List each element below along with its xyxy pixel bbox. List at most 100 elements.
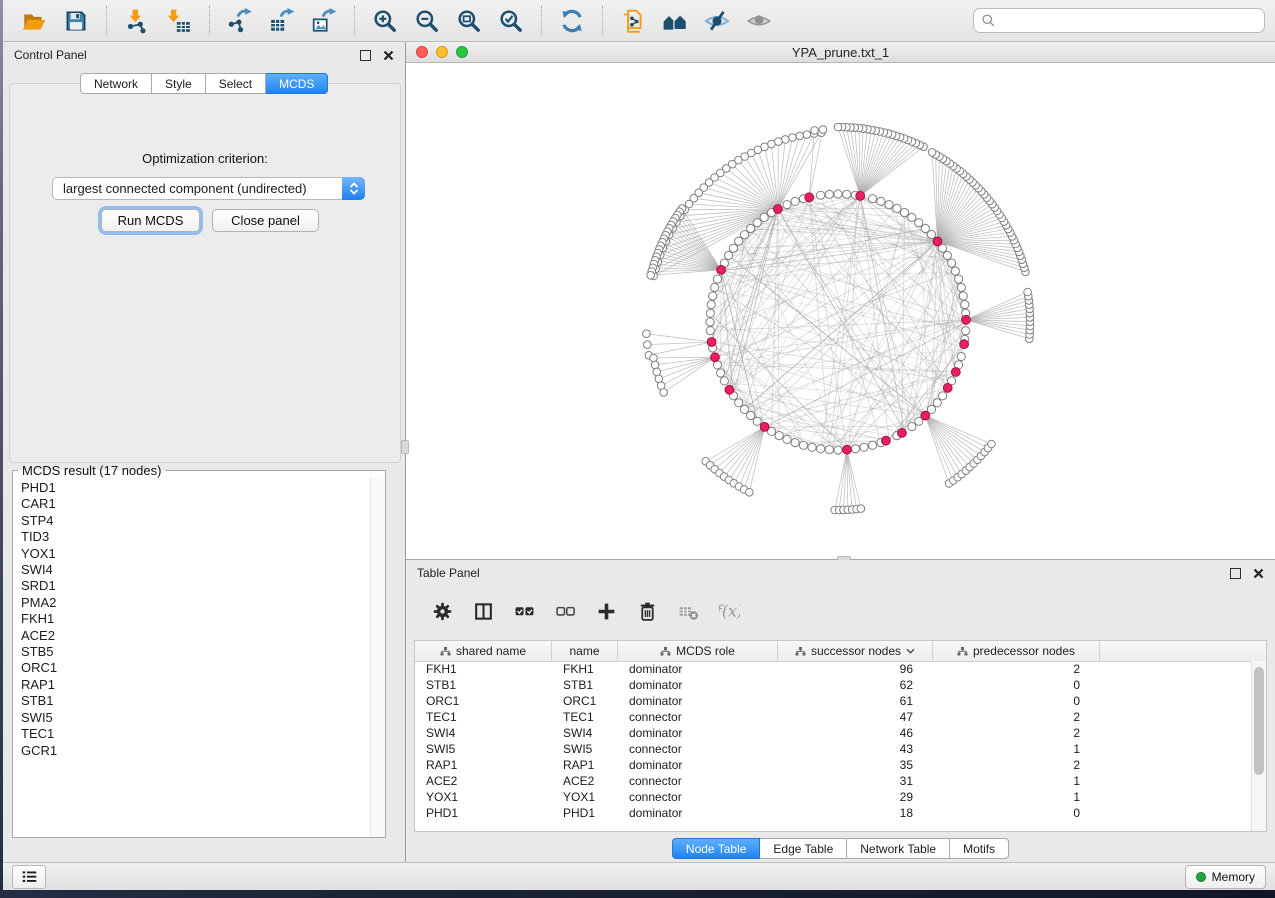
float-table-panel-icon[interactable] (1230, 568, 1241, 579)
float-panel-icon[interactable] (360, 50, 371, 61)
mcds-node[interactable] (951, 368, 960, 377)
mcds-result-item[interactable]: STB1 (21, 693, 369, 709)
mcds-result-item[interactable]: SWI5 (21, 710, 369, 726)
tab-network[interactable]: Network (80, 73, 152, 94)
mcds-node[interactable] (725, 385, 734, 394)
mcds-node[interactable] (962, 315, 971, 324)
tab-mcds[interactable]: MCDS (266, 73, 328, 94)
split-columns-button[interactable] (473, 601, 494, 622)
mcds-result-item[interactable]: STP4 (21, 513, 369, 529)
mcds-result-item[interactable]: STB5 (21, 644, 369, 660)
zoom-selected-button[interactable] (493, 4, 529, 38)
search-box[interactable] (973, 8, 1265, 33)
show-graphics-details-button[interactable] (741, 4, 777, 38)
tab-network-table[interactable]: Network Table (847, 838, 950, 859)
clone-network-button[interactable] (615, 4, 651, 38)
table-scrollbar-thumb[interactable] (1254, 667, 1264, 775)
hide-graphics-details-button[interactable] (699, 4, 735, 38)
optimization-criterion-dropdown[interactable]: largest connected component (undirected) (52, 177, 365, 200)
column-header-shared-name[interactable]: shared name (415, 641, 552, 661)
table-row[interactable]: PHD1PHD1dominator180 (415, 805, 1252, 821)
close-panel-button[interactable]: Close panel (212, 209, 319, 232)
table-scrollbar[interactable] (1251, 661, 1266, 831)
mcds-node[interactable] (898, 429, 907, 438)
mcds-result-item[interactable]: CAR1 (21, 496, 369, 512)
tab-edge-table[interactable]: Edge Table (760, 838, 847, 859)
table-row[interactable]: SWI4SWI4dominator462 (415, 725, 1252, 741)
mcds-result-item[interactable]: PHD1 (21, 480, 369, 496)
mcds-node[interactable] (882, 436, 891, 445)
mcds-result-item[interactable]: GCR1 (21, 743, 369, 759)
select-all-button[interactable] (514, 601, 535, 622)
table-row[interactable]: ORC1ORC1dominator610 (415, 693, 1252, 709)
zoom-window-icon[interactable] (456, 46, 468, 58)
column-header-successor-nodes[interactable]: successor nodes (778, 641, 933, 661)
mcds-result-item[interactable]: TEC1 (21, 726, 369, 742)
mcds-result-item[interactable]: ACE2 (21, 628, 369, 644)
table-row[interactable]: ACE2ACE2connector311 (415, 773, 1252, 789)
search-input[interactable] (1001, 13, 1257, 29)
column-header-MCDS-role[interactable]: MCDS role (618, 641, 778, 661)
first-neighbors-button[interactable] (657, 4, 693, 38)
mcds-result-scrollbar[interactable] (370, 478, 385, 837)
unselect-all-button[interactable] (555, 601, 576, 622)
table-row[interactable]: FKH1FKH1dominator962 (415, 661, 1252, 677)
mcds-node[interactable] (717, 266, 726, 275)
close-table-panel-icon[interactable] (1253, 568, 1264, 579)
add-row-button[interactable] (596, 601, 617, 622)
task-history-button[interactable] (12, 865, 46, 889)
table-settings-button[interactable] (432, 601, 453, 622)
mcds-result-item[interactable]: FKH1 (21, 611, 369, 627)
memory-button[interactable]: Memory (1185, 865, 1266, 889)
mcds-result-item[interactable]: PMA2 (21, 595, 369, 611)
import-table-button[interactable] (161, 4, 197, 38)
mcds-result-item[interactable]: ORC1 (21, 660, 369, 676)
toolbar-buttons (13, 4, 780, 38)
table-row[interactable]: SWI5SWI5connector431 (415, 741, 1252, 757)
zoom-in-button[interactable] (367, 4, 403, 38)
mcds-node[interactable] (921, 411, 930, 420)
network-canvas[interactable] (406, 62, 1275, 559)
dropdown-stepper-icon[interactable] (342, 177, 365, 200)
zoom-out-button[interactable] (409, 4, 445, 38)
table-row[interactable]: TEC1TEC1connector472 (415, 709, 1252, 725)
mcds-node[interactable] (960, 340, 969, 349)
tab-motifs[interactable]: Motifs (950, 838, 1009, 859)
vertical-splitter-handle[interactable] (401, 440, 409, 454)
delete-row-button[interactable] (637, 601, 658, 622)
export-table-button[interactable] (264, 4, 300, 38)
refresh-view-button[interactable] (554, 4, 590, 38)
tab-select[interactable]: Select (206, 73, 266, 94)
tab-node-table[interactable]: Node Table (672, 838, 761, 859)
mcds-result-item[interactable]: TID3 (21, 529, 369, 545)
mcds-node[interactable] (843, 445, 852, 454)
table-row[interactable]: YOX1YOX1connector291 (415, 789, 1252, 805)
table-row[interactable]: RAP1RAP1dominator352 (415, 757, 1252, 773)
column-header-predecessor-nodes[interactable]: predecessor nodes (933, 641, 1100, 661)
export-network-button[interactable] (222, 4, 258, 38)
close-panel-icon[interactable] (383, 50, 394, 61)
column-header-name[interactable]: name (552, 641, 618, 661)
mcds-result-item[interactable]: YOX1 (21, 546, 369, 562)
mcds-node[interactable] (707, 338, 716, 347)
tab-style[interactable]: Style (152, 73, 206, 94)
mcds-node[interactable] (943, 384, 952, 393)
mcds-result-item[interactable]: SRD1 (21, 578, 369, 594)
run-mcds-button[interactable]: Run MCDS (101, 209, 200, 232)
mcds-node[interactable] (933, 237, 942, 246)
mcds-node[interactable] (805, 193, 814, 202)
mcds-node[interactable] (760, 423, 769, 432)
zoom-fit-button[interactable] (451, 4, 487, 38)
import-network-button[interactable] (119, 4, 155, 38)
mcds-node[interactable] (774, 205, 783, 214)
mcds-result-item[interactable]: SWI4 (21, 562, 369, 578)
mcds-result-item[interactable]: RAP1 (21, 677, 369, 693)
open-file-button[interactable] (16, 4, 52, 38)
table-row[interactable]: STB1STB1dominator620 (415, 677, 1252, 693)
mcds-node[interactable] (711, 353, 720, 362)
close-window-icon[interactable] (416, 46, 428, 58)
export-image-button[interactable] (306, 4, 342, 38)
minimize-window-icon[interactable] (436, 46, 448, 58)
mcds-node[interactable] (856, 192, 865, 201)
save-session-button[interactable] (58, 4, 94, 38)
